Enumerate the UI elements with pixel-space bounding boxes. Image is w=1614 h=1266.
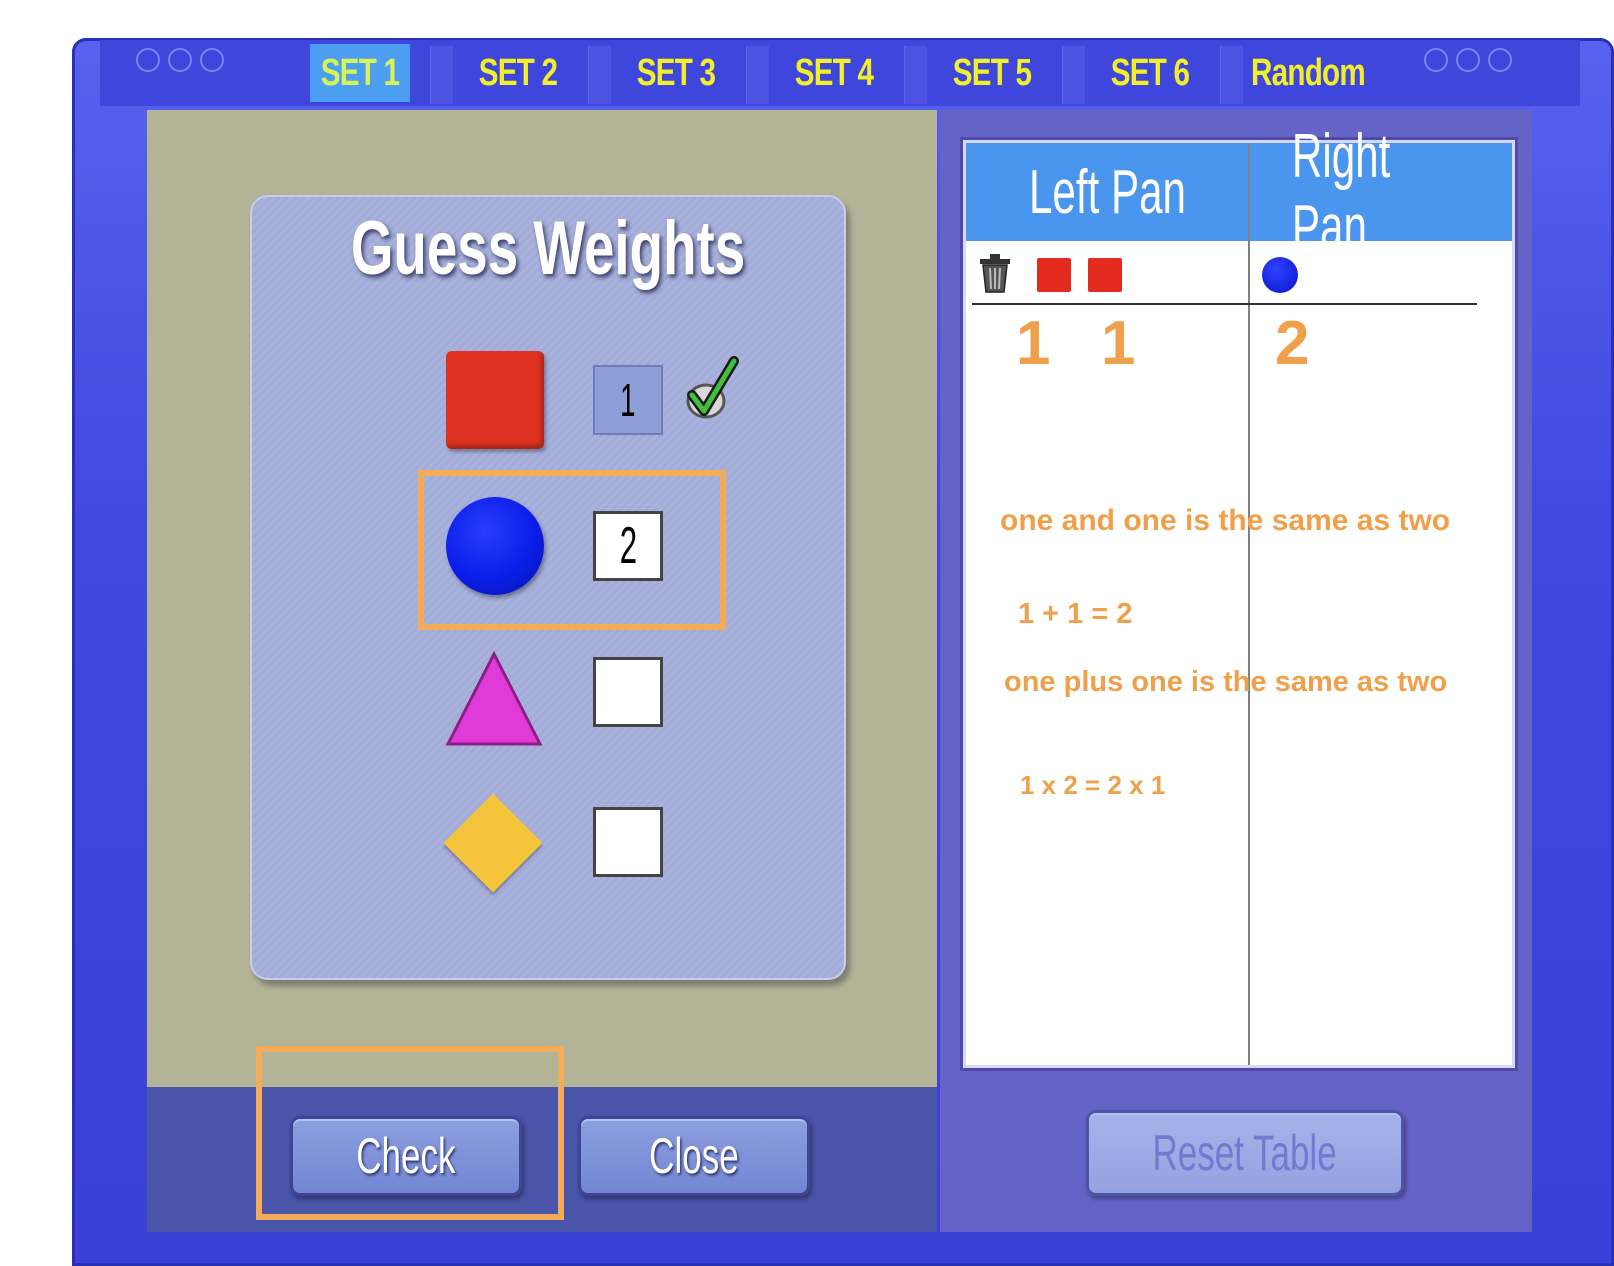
annotation-text: 1 x 2 = 2 x 1 <box>1020 770 1166 800</box>
dot-icon <box>136 48 160 72</box>
checkmark-icon <box>686 356 739 419</box>
set-tabs: SET 1 SET 2 SET 3 SET 4 SET 5 SET 6 Rand… <box>296 44 1402 102</box>
annotation-text: one and one is the same as two <box>1000 504 1451 537</box>
left-weight-number: 1 <box>1101 309 1136 378</box>
red-square-icon <box>1088 258 1122 292</box>
red-square-icon <box>446 351 544 449</box>
column-divider <box>1248 143 1250 1065</box>
red-square-icon <box>1037 258 1071 292</box>
yellow-diamond-icon <box>443 793 543 893</box>
dot-icon <box>200 48 224 72</box>
pink-triangle-icon <box>445 650 543 746</box>
annotation-text: one plus one is the same as two <box>1004 666 1448 698</box>
panel-title: Guess Weights <box>350 206 746 291</box>
tab-set-2[interactable]: SET 2 <box>468 44 568 102</box>
check-button-highlight <box>256 1046 564 1220</box>
blue-circle-icon <box>1262 257 1298 293</box>
annotation-text: 1 + 1 = 2 <box>1018 598 1133 630</box>
left-weight-number: 1 <box>1016 309 1051 378</box>
tab-set-3[interactable]: SET 3 <box>626 44 726 102</box>
square-weight-input[interactable]: 1 <box>593 365 663 435</box>
left-pan-header: Left Pan <box>966 143 1248 241</box>
dot-icon <box>1488 48 1512 72</box>
tab-set-1[interactable]: SET 1 <box>310 44 410 102</box>
diamond-weight-input[interactable] <box>593 807 663 877</box>
tab-set-5[interactable]: SET 5 <box>942 44 1042 102</box>
tab-set-4[interactable]: SET 4 <box>784 44 884 102</box>
window-dots-right <box>1424 48 1512 72</box>
circle-row-highlight <box>418 470 726 630</box>
reset-table-button[interactable]: Reset Table <box>1086 1110 1404 1196</box>
tab-random[interactable]: Random <box>1251 44 1366 102</box>
close-button[interactable]: Close <box>578 1116 810 1196</box>
dot-icon <box>1424 48 1448 72</box>
trash-icon[interactable] <box>978 253 1012 293</box>
row-divider <box>972 303 1477 305</box>
dot-icon <box>168 48 192 72</box>
triangle-weight-input[interactable] <box>593 657 663 727</box>
right-weight-number: 2 <box>1275 309 1310 378</box>
window-dots-left <box>136 48 224 72</box>
tab-set-6[interactable]: SET 6 <box>1100 44 1200 102</box>
right-pan-header: Right Pan <box>1250 122 1512 262</box>
dot-icon <box>1456 48 1480 72</box>
